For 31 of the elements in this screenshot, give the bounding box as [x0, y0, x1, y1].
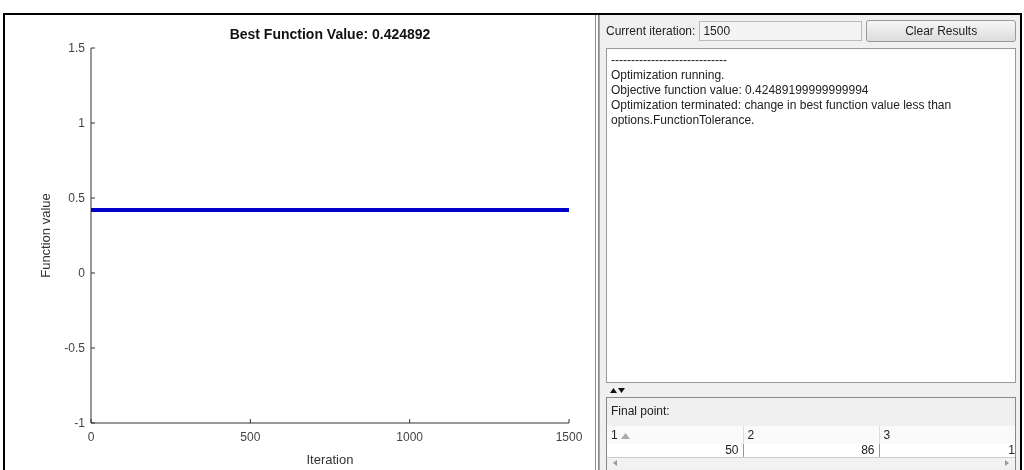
column-header[interactable]: 1 — [607, 426, 743, 444]
column-header[interactable]: 3 — [879, 426, 1015, 444]
output-line: Optimization running. — [611, 68, 726, 83]
iteration-label: Current iteration: — [606, 24, 696, 38]
x-axis-label: Iteration — [306, 452, 354, 467]
y-tick-label: 1 — [78, 116, 85, 130]
table-cell: 1 — [879, 444, 1015, 457]
final-point-label: Final point: — [610, 403, 671, 420]
output-line: Optimization terminated: change in best function value less than options.FunctionTolerance. — [611, 98, 953, 128]
iteration-field[interactable]: 1500 — [699, 21, 863, 41]
splitter-arrows-icon[interactable] — [610, 386, 626, 394]
x-tick-label: 0 — [87, 430, 95, 444]
y-tick-label: -1 — [74, 416, 85, 430]
y-tick-label: 1.5 — [68, 41, 85, 55]
x-tick-label: 1000 — [396, 430, 423, 444]
column-header[interactable]: 2 — [743, 426, 879, 444]
y-tick-label: -0.5 — [64, 341, 85, 355]
clear-results-button[interactable]: Clear Results — [866, 20, 1016, 42]
x-tick-label: 500 — [240, 430, 261, 444]
x-tick-label: 1500 — [555, 430, 583, 444]
table-cell: 50 — [607, 444, 743, 457]
chart-title: Best Function Value: 0.424892 — [229, 26, 431, 42]
table-cell: 86 — [743, 444, 879, 457]
scroll-left-icon[interactable] — [613, 460, 617, 466]
output-line: ----------------------------- — [611, 53, 728, 68]
y-tick-label: 0.5 — [68, 191, 85, 205]
y-tick-label: 0 — [78, 266, 85, 280]
horizontal-scrollbar[interactable] — [607, 457, 1015, 468]
output-line: Objective function value: 0.42489199999999994 — [611, 83, 870, 98]
y-axis-label: Function value — [38, 193, 53, 278]
scroll-right-icon[interactable] — [1005, 460, 1009, 466]
